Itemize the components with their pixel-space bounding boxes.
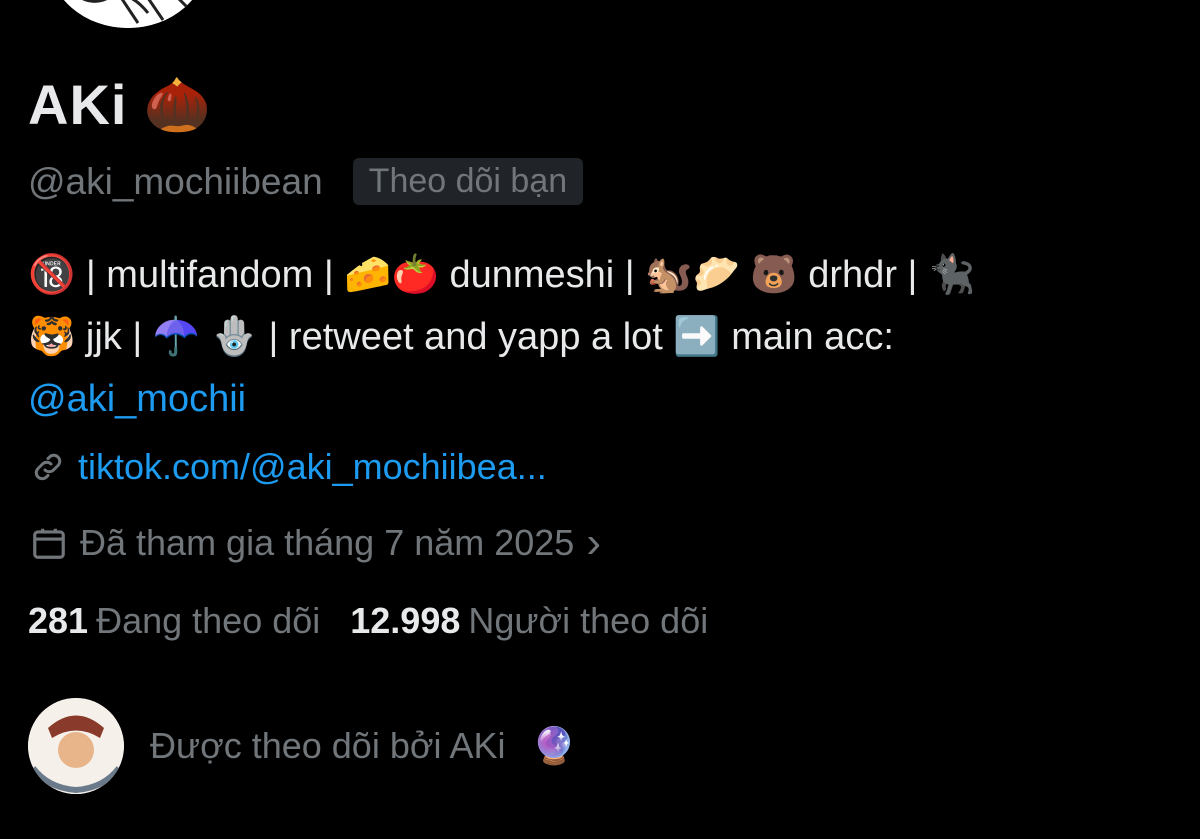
profile-page: AKi 🌰 @aki_mochiibean Theo dõi bạn 🔞 | m…: [0, 0, 1200, 839]
joined-row[interactable]: Đã tham gia tháng 7 năm 2025 ›: [30, 518, 601, 568]
followed-by-text: Được theo dõi bởi AKi: [150, 725, 506, 766]
followers-stat[interactable]: 12.998 Người theo dõi: [350, 600, 708, 642]
website-link[interactable]: tiktok.com/@aki_mochiibea...: [78, 446, 547, 488]
followed-by-row[interactable]: Được theo dõi bởi AKi 🔮: [28, 698, 576, 794]
handle: @aki_mochiibean: [28, 160, 323, 202]
following-label: Đang theo dõi: [96, 600, 321, 641]
chestnut-emoji: 🌰: [143, 74, 211, 135]
handle-row: @aki_mochiibean Theo dõi bạn: [28, 158, 584, 205]
link-icon: [30, 449, 66, 485]
bio: 🔞 | multifandom | 🧀🍅 dunmeshi | 🐿️🥟 🐻 dr…: [28, 244, 1178, 430]
follows-you-badge: Theo dõi bạn: [352, 158, 584, 205]
followers-label: Người theo dõi: [468, 600, 709, 641]
website-row: tiktok.com/@aki_mochiibea...: [30, 446, 547, 488]
bio-line-2: 🐯 jjk | ☂️ 🪬 | retweet and yapp a lot ➡️…: [28, 316, 894, 358]
follower-avatar: [28, 698, 124, 794]
following-stat[interactable]: 281 Đang theo dõi: [28, 600, 320, 642]
joined-text: Đã tham gia tháng 7 năm 2025: [80, 522, 575, 563]
profile-avatar[interactable]: [48, 0, 208, 28]
crystal-ball-emoji: 🔮: [531, 725, 577, 766]
avatar-sketch-image: [48, 0, 208, 28]
chevron-right-icon: ›: [586, 518, 601, 567]
display-name: AKi: [28, 73, 128, 136]
name-row: AKi 🌰: [28, 72, 211, 137]
bio-line-1: 🔞 | multifandom | 🧀🍅 dunmeshi | 🐿️🥟 🐻 dr…: [28, 254, 976, 296]
follow-stats: 281 Đang theo dõi 12.998 Người theo dõi: [28, 600, 708, 642]
calendar-icon: [30, 524, 68, 562]
bio-mention-link[interactable]: @aki_mochii: [28, 378, 246, 420]
following-count: 281: [28, 600, 89, 641]
followers-count: 12.998: [350, 600, 461, 641]
